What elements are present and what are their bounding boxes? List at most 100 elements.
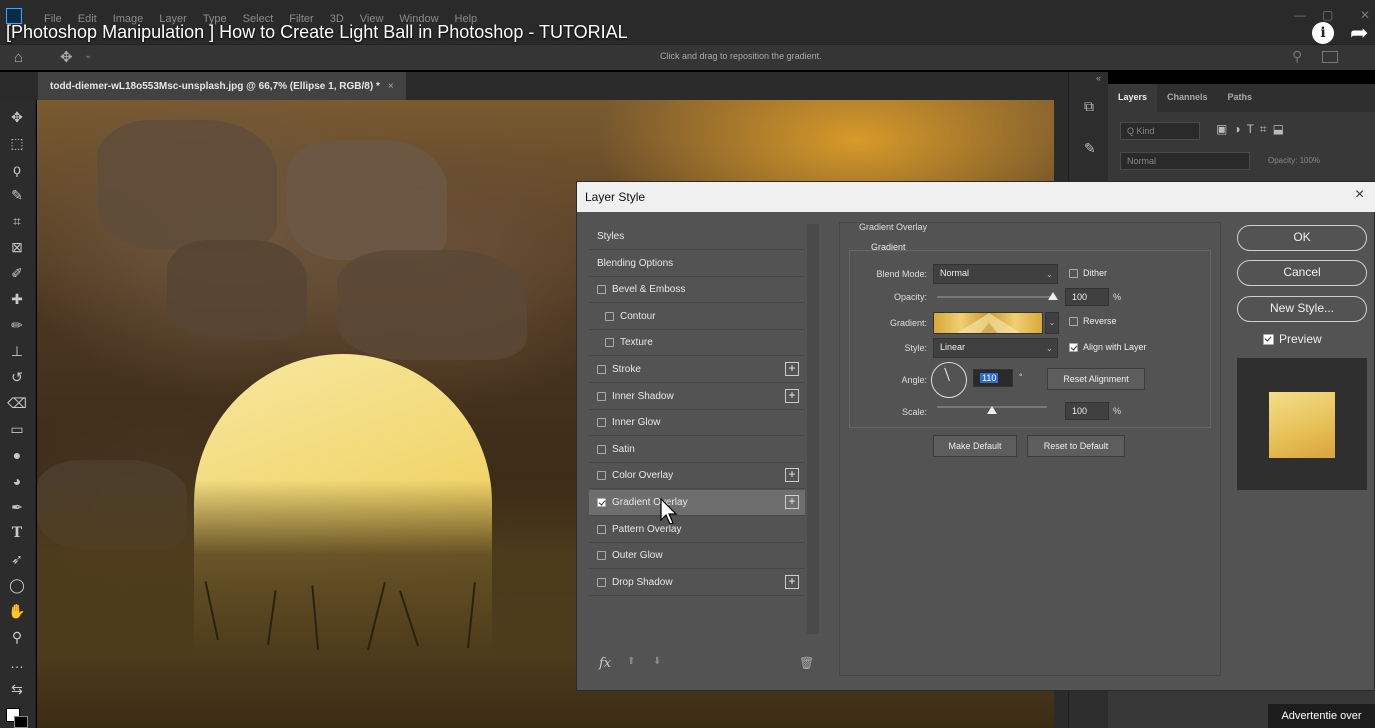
add-style-icon[interactable]: +	[785, 468, 799, 483]
pen-tool-icon[interactable]: ✒	[6, 496, 28, 518]
collapse-panels-icon[interactable]: «	[1096, 73, 1101, 83]
scale-field[interactable]: 100	[1065, 402, 1109, 420]
dodge-tool-icon[interactable]: ◕	[6, 470, 28, 492]
style-checkbox[interactable]	[597, 498, 606, 507]
add-style-icon[interactable]: +	[785, 574, 799, 589]
blend-mode-select[interactable]: Normal	[933, 264, 1058, 284]
fx-icon[interactable]: fx	[599, 656, 611, 671]
style-item-drop-shadow[interactable]: Drop Shadow +	[589, 570, 805, 596]
maximize-icon[interactable]: ▢	[1322, 8, 1333, 22]
styles-list-scrollbar[interactable]	[807, 224, 819, 634]
info-icon[interactable]: i	[1312, 22, 1334, 44]
clone-stamp-tool-icon[interactable]: ⊥	[6, 340, 28, 362]
style-checkbox[interactable]	[605, 311, 614, 321]
close-tab-icon[interactable]: ×	[388, 81, 394, 92]
layer-opacity[interactable]: Opacity: 100%	[1268, 156, 1320, 165]
reset-to-default-button[interactable]: Reset to Default	[1027, 435, 1125, 457]
path-select-tool-icon[interactable]: ➶	[6, 548, 28, 570]
frame-tool-icon[interactable]: ⊠	[6, 236, 28, 258]
style-item-bevel-emboss[interactable]: Bevel & Emboss	[589, 277, 805, 304]
opacity-field[interactable]: 100	[1065, 288, 1109, 306]
style-checkbox[interactable]	[597, 551, 606, 561]
hand-tool-icon[interactable]: ✋	[6, 600, 28, 622]
healing-brush-tool-icon[interactable]: ✚	[6, 288, 28, 310]
style-item-styles[interactable]: Styles	[589, 224, 805, 250]
minimize-icon[interactable]: —	[1294, 8, 1306, 22]
opacity-slider[interactable]	[937, 296, 1053, 298]
layer-blend-mode-select[interactable]: Normal	[1120, 152, 1250, 170]
ellipse-tool-icon[interactable]: ◯	[6, 574, 28, 596]
style-item-blending-options[interactable]: Blending Options	[589, 251, 805, 277]
style-checkbox[interactable]	[597, 471, 606, 481]
align-with-layer-checkbox[interactable]: Align with Layer	[1069, 342, 1147, 352]
style-item-texture[interactable]: Texture	[589, 330, 805, 357]
style-checkbox[interactable]	[597, 285, 606, 295]
eraser-tool-icon[interactable]: ⌫	[6, 392, 28, 414]
eyedropper-tool-icon[interactable]: ✐	[6, 262, 28, 284]
angle-dial[interactable]	[931, 362, 967, 398]
style-item-gradient-overlay[interactable]: Gradient Overlay +	[589, 490, 805, 516]
ok-button[interactable]: OK	[1237, 225, 1367, 251]
history-brush-tool-icon[interactable]: ↺	[6, 366, 28, 388]
add-style-icon[interactable]: +	[785, 388, 799, 403]
style-item-pattern-overlay[interactable]: Pattern Overlay	[589, 517, 805, 543]
trash-icon[interactable]: 🗑	[799, 656, 814, 670]
style-checkbox[interactable]	[597, 365, 606, 374]
angle-field[interactable]: 110	[973, 369, 1013, 387]
move-tool-icon[interactable]: ✥	[60, 48, 73, 66]
move-up-icon[interactable]: ⬆	[627, 656, 635, 667]
reverse-checkbox[interactable]: Reverse	[1069, 316, 1117, 326]
style-checkbox[interactable]	[597, 418, 606, 428]
style-checkbox[interactable]	[597, 444, 606, 454]
history-panel-icon[interactable]: ⧉	[1084, 98, 1094, 115]
tab-channels[interactable]: Channels	[1157, 84, 1218, 112]
tab-paths[interactable]: Paths	[1218, 84, 1263, 112]
share-icon[interactable]: ➦	[1350, 20, 1368, 46]
brush-settings-icon[interactable]: ✎	[1084, 140, 1096, 157]
style-item-color-overlay[interactable]: Color Overlay +	[589, 463, 805, 490]
gradient-picker[interactable]	[933, 312, 1043, 334]
cancel-button[interactable]: Cancel	[1237, 260, 1367, 286]
gradient-dropdown-icon[interactable]: ⌄	[1045, 312, 1059, 334]
tab-layers[interactable]: Layers	[1108, 84, 1158, 112]
swap-colors-icon[interactable]: ⇆	[6, 678, 28, 700]
style-item-inner-shadow[interactable]: Inner Shadow +	[589, 384, 805, 410]
brush-tool-icon[interactable]: ✏	[6, 314, 28, 336]
opacity-slider-thumb[interactable]	[1048, 292, 1058, 300]
close-icon[interactable]: ×	[1355, 186, 1364, 204]
quick-select-tool-icon[interactable]: ✎	[6, 184, 28, 206]
document-tab[interactable]: todd-diemer-wL18o553Msc-unsplash.jpg @ 6…	[38, 72, 406, 100]
chevron-down-icon[interactable]: ⌄	[84, 50, 92, 61]
style-item-inner-glow[interactable]: Inner Glow	[589, 410, 805, 437]
style-item-contour[interactable]: Contour	[589, 304, 805, 330]
zoom-tool-icon[interactable]: ⚲	[6, 626, 28, 648]
style-checkbox[interactable]	[597, 577, 606, 587]
make-default-button[interactable]: Make Default	[933, 435, 1017, 457]
ad-label[interactable]: Advertentie over	[1268, 704, 1375, 728]
style-item-stroke[interactable]: Stroke +	[589, 357, 805, 383]
more-tools-icon[interactable]: …	[6, 652, 28, 674]
home-icon[interactable]: ⌂	[14, 49, 23, 66]
workspace-icon[interactable]	[1322, 51, 1338, 63]
scale-slider-thumb[interactable]	[987, 406, 997, 414]
type-tool-icon[interactable]: T	[6, 522, 28, 544]
crop-tool-icon[interactable]: ⌗	[6, 210, 28, 232]
style-checkbox[interactable]	[597, 391, 606, 401]
new-style-button[interactable]: New Style...	[1237, 296, 1367, 322]
marquee-tool-icon[interactable]: ⬚	[6, 132, 28, 154]
move-tool-icon[interactable]: ✥	[6, 106, 28, 128]
background-color-swatch[interactable]	[14, 716, 28, 728]
style-checkbox[interactable]	[605, 338, 614, 348]
style-select[interactable]: Linear	[933, 338, 1058, 358]
lasso-tool-icon[interactable]: ϙ	[6, 158, 28, 180]
reset-alignment-button[interactable]: Reset Alignment	[1047, 368, 1145, 390]
layer-filter-icons[interactable]: ▣◑T⌗⬓	[1216, 122, 1290, 137]
move-down-icon[interactable]: ⬇	[653, 656, 661, 667]
layer-filter-select[interactable]: Q Kind	[1120, 122, 1200, 140]
add-style-icon[interactable]: +	[785, 495, 799, 509]
dither-checkbox[interactable]: Dither	[1069, 268, 1107, 278]
gradient-tool-icon[interactable]: ▭	[6, 418, 28, 440]
add-style-icon[interactable]: +	[785, 362, 799, 376]
style-checkbox[interactable]	[597, 524, 606, 534]
blur-tool-icon[interactable]: ●	[6, 444, 28, 466]
